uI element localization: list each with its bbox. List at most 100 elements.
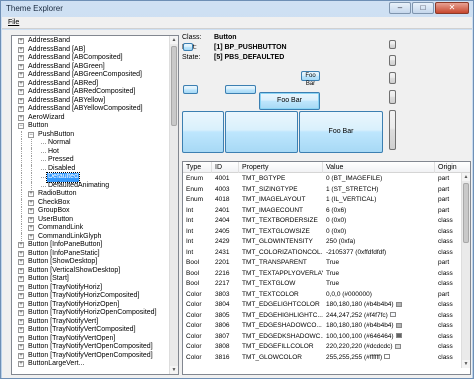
tree-item[interactable]: + CommandLinkGlyph bbox=[12, 232, 170, 242]
minimize-button[interactable]: – bbox=[389, 2, 411, 14]
expand-icon[interactable]: + bbox=[18, 250, 24, 257]
tree-item[interactable]: + AddressBand [ABRedComposited] bbox=[12, 88, 170, 97]
table-row[interactable]: Int 2401 TMT_IMAGECOUNT 6 (0x6) part bbox=[183, 206, 470, 217]
table-row[interactable]: Bool 2216 TMT_TEXTAPPLYOVERLAY True class bbox=[183, 269, 470, 280]
tree-item[interactable]: + CheckBox bbox=[12, 198, 170, 208]
tree-item-label[interactable]: GroupBox bbox=[37, 207, 71, 216]
tree-item-label[interactable]: AddressBand [ABRedComposited] bbox=[27, 88, 136, 97]
table-row[interactable]: Enum 4018 TMT_IMAGELAYOUT 1 (IL_VERTICAL) pa… bbox=[183, 195, 470, 206]
expand-icon[interactable]: + bbox=[18, 267, 24, 274]
tree-item[interactable]: + Button [TrayNotifyVertOpenComposited] bbox=[12, 352, 170, 361]
tree-item-label[interactable]: Defaulted bbox=[46, 172, 80, 183]
tree-item-label[interactable]: RadioButton bbox=[37, 190, 78, 199]
tree-item[interactable]: + Button [TrayNotifyHorizComposited] bbox=[12, 292, 170, 301]
tree-item-label[interactable]: Button [TrayNotifyHorizOpenComposited] bbox=[27, 309, 158, 318]
expand-icon[interactable]: + bbox=[18, 80, 24, 87]
tree-item-label[interactable]: AddressBand bbox=[27, 37, 71, 46]
table-scroll-up-icon[interactable]: ▲ bbox=[462, 173, 470, 181]
table-row[interactable]: Color 3804 TMT_EDGELIGHTCOLOR 180,180,180 (… bbox=[183, 300, 470, 311]
table-row[interactable]: Int 2405 TMT_TEXTGLOWSIZE 0 (0x0) class bbox=[183, 227, 470, 238]
tree-item[interactable]: + Button [TrayNotifyVertOpenComposited] bbox=[12, 343, 170, 352]
tree-item-label[interactable]: UserButton bbox=[37, 216, 74, 225]
preview-vert-button-2[interactable] bbox=[389, 55, 396, 66]
table-row[interactable]: Int 2429 TMT_GLOWINTENSITY 250 (0xfa) class bbox=[183, 237, 470, 248]
tree-item-label[interactable]: Button [TrayNotifyVertOpenComposited] bbox=[27, 352, 154, 361]
preview-vert-button-3[interactable] bbox=[389, 72, 396, 84]
expand-icon[interactable]: + bbox=[18, 310, 24, 316]
tree-item-label[interactable]: Normal bbox=[47, 139, 72, 148]
tree-item[interactable]: − Button bbox=[12, 122, 170, 131]
table-row[interactable]: Int 2431 TMT_COLORIZATIONCOL... -2105377 (0… bbox=[183, 248, 470, 259]
preview-vert-button-1[interactable] bbox=[389, 40, 396, 49]
tree-item-label[interactable]: Button [InfoPaneStatic] bbox=[27, 250, 101, 259]
col-type[interactable]: Type bbox=[183, 162, 212, 173]
tree-item-label[interactable]: AeroWizard bbox=[27, 114, 66, 123]
tree-item-label[interactable]: AddressBand [ABGreen] bbox=[27, 63, 106, 72]
table-row[interactable]: Color 3808 TMT_EDGEFILLCOLOR 220,220,220 (#… bbox=[183, 342, 470, 353]
preview-tiny-button[interactable] bbox=[183, 43, 193, 51]
tree-item[interactable]: + AddressBand bbox=[12, 37, 170, 46]
table-scrollbar[interactable]: ▲ ▼ bbox=[461, 173, 470, 368]
col-id[interactable]: ID bbox=[212, 162, 239, 173]
tree-item-label[interactable]: CommandLinkGlyph bbox=[37, 233, 102, 242]
tree-item-label[interactable]: Button [TrayNotifyVert] bbox=[27, 318, 99, 327]
scroll-up-icon[interactable]: ▲ bbox=[170, 36, 178, 44]
tree-item[interactable]: + AddressBand [ABYellowComposited] bbox=[12, 105, 170, 114]
expand-icon[interactable]: + bbox=[18, 259, 24, 265]
expand-icon[interactable]: + bbox=[18, 361, 24, 367]
tree-item[interactable]: Defaulted bbox=[12, 172, 170, 183]
tree-item[interactable]: − PushButton bbox=[12, 130, 170, 139]
tree-item[interactable]: + Button [TrayNotifyHorizOpenComposited] bbox=[12, 309, 170, 318]
tree-item-label[interactable]: Button [TrayNotifyVertOpenComposited] bbox=[27, 343, 154, 352]
expand-icon[interactable]: + bbox=[18, 276, 24, 282]
table-row[interactable]: Bool 2217 TMT_TEXTGLOW True class bbox=[183, 279, 470, 290]
tree-item[interactable]: + CommandLink bbox=[12, 224, 170, 233]
expand-icon[interactable]: + bbox=[18, 97, 24, 104]
tree-item-label[interactable]: Pressed bbox=[47, 156, 75, 165]
tree-item-label[interactable]: Button [InfoPaneButton] bbox=[27, 241, 103, 250]
scroll-thumb[interactable] bbox=[171, 46, 177, 126]
col-origin[interactable]: Origin bbox=[435, 162, 470, 173]
tree-item[interactable]: + UserButton bbox=[12, 215, 170, 225]
tree-item-label[interactable]: Hot bbox=[47, 148, 60, 157]
expand-icon[interactable]: + bbox=[28, 199, 34, 206]
tree-item-label[interactable]: DefaultedAnimating bbox=[47, 182, 110, 191]
tree-item-label[interactable]: CheckBox bbox=[37, 199, 71, 208]
expand-icon[interactable]: + bbox=[28, 216, 34, 223]
expand-icon[interactable]: + bbox=[18, 114, 24, 121]
expand-icon[interactable]: + bbox=[18, 335, 24, 342]
col-property[interactable]: Property bbox=[239, 162, 323, 173]
table-row[interactable]: Color 3803 TMT_TEXTCOLOR 0,0,0 (#000000) par… bbox=[183, 290, 470, 301]
maximize-button[interactable]: □ bbox=[412, 2, 434, 14]
tree-item[interactable]: + Button [Start] bbox=[12, 275, 170, 284]
tree-item-label[interactable]: Button [TrayNotifyHoriz] bbox=[27, 284, 103, 293]
tree-item[interactable]: Disabled bbox=[12, 164, 170, 173]
preview-foo-bar-medium[interactable]: Foo Bar bbox=[259, 92, 320, 110]
tree-item[interactable]: + Button [VerticalShowDesktop] bbox=[12, 267, 170, 276]
tree-item[interactable]: + Button [InfoPaneStatic] bbox=[12, 250, 170, 259]
tree-item-label[interactable]: Button [Start] bbox=[27, 275, 70, 284]
tree-item-label[interactable]: ButtonLargeVert... bbox=[27, 360, 85, 369]
tree-item[interactable]: + Button [TrayNotifyHoriz] bbox=[12, 284, 170, 293]
expand-icon[interactable]: + bbox=[28, 191, 34, 197]
expand-icon[interactable]: + bbox=[18, 106, 24, 112]
expand-icon[interactable]: + bbox=[18, 63, 24, 70]
preview-vert-button-4[interactable] bbox=[389, 90, 396, 104]
expand-icon[interactable]: + bbox=[18, 38, 24, 44]
expand-icon[interactable]: + bbox=[18, 72, 24, 78]
tree-item-label[interactable]: Button [VerticalShowDesktop] bbox=[27, 267, 121, 276]
tree-item-label[interactable]: AddressBand [ABGreenComposited] bbox=[27, 71, 143, 80]
tree-item[interactable]: Normal bbox=[12, 139, 170, 148]
tree-item[interactable]: + AddressBand [ABGreenComposited] bbox=[12, 71, 170, 80]
tree-item-label[interactable]: Button [TrayNotifyHorizOpen] bbox=[27, 301, 120, 310]
tree-item[interactable]: + AddressBand [ABYellow] bbox=[12, 97, 170, 106]
table-row[interactable]: Color 3806 TMT_EDGESHADOWCO... 180,180,180 … bbox=[183, 321, 470, 332]
tree-item[interactable]: Pressed bbox=[12, 156, 170, 165]
tree-item[interactable]: + AddressBand [ABGreen] bbox=[12, 63, 170, 72]
tree-item[interactable]: + AddressBand [ABComposited] bbox=[12, 54, 170, 63]
table-row[interactable]: Color 3805 TMT_EDGEHIGHLIGHTC... 244,247,25… bbox=[183, 311, 470, 322]
tree-item-label[interactable]: AddressBand [AB] bbox=[27, 46, 86, 55]
collapse-icon[interactable]: − bbox=[18, 123, 24, 129]
theme-class-tree[interactable]: + AddressBand + AddressBand [AB] + AddressBan… bbox=[11, 35, 179, 375]
tree-item-label[interactable]: Button [TrayNotifyVertOpen] bbox=[27, 335, 116, 344]
